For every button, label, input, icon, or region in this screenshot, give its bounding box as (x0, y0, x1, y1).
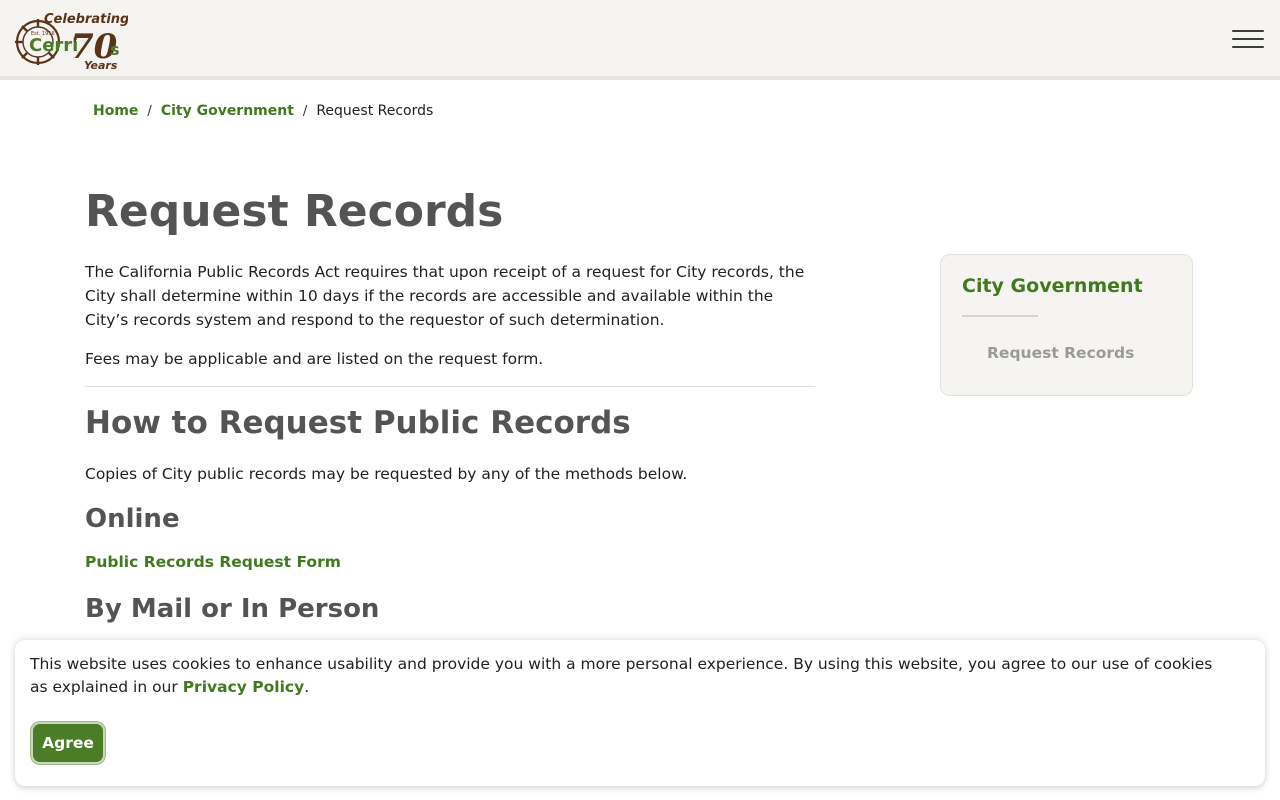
sidebar-item-request-records[interactable]: Request Records (987, 344, 1134, 362)
mail-in-person-heading: By Mail or In Person (85, 594, 380, 624)
cerritos-70-logo: Celebrating Est. 1956 Cerri 70 s Years (15, 12, 128, 72)
public-records-request-form-link[interactable]: Public Records Request Form (85, 553, 341, 571)
section-divider (85, 386, 815, 387)
breadcrumb: Home / City Government / Request Records (93, 100, 433, 122)
intro-paragraph: The California Public Records Act requir… (85, 263, 805, 329)
how-to-request-heading: How to Request Public Records (85, 405, 631, 441)
cookie-message: This website uses cookies to enhance usa… (30, 653, 1230, 699)
copies-paragraph: Copies of City public records may be req… (85, 465, 688, 483)
sidebar-nav: City Government Request Records (940, 254, 1193, 396)
cookie-text-end: . (304, 678, 310, 696)
breadcrumb-current: Request Records (316, 103, 434, 119)
sidebar-divider (962, 315, 1038, 317)
breadcrumb-home[interactable]: Home (93, 103, 138, 119)
site-header: Celebrating Est. 1956 Cerri 70 s Years (0, 0, 1280, 80)
svg-text:s: s (110, 40, 120, 59)
breadcrumb-separator: / (147, 103, 152, 119)
agree-button[interactable]: Agree (31, 722, 105, 764)
hamburger-menu-icon[interactable] (1232, 28, 1266, 52)
privacy-policy-link[interactable]: Privacy Policy (183, 678, 305, 696)
site-logo[interactable]: Celebrating Est. 1956 Cerri 70 s Years (12, 8, 128, 72)
menu-bar-bottom (1232, 46, 1264, 48)
svg-text:Celebrating: Celebrating (44, 12, 128, 27)
cookie-banner: This website uses cookies to enhance usa… (15, 640, 1265, 786)
menu-bar-top (1232, 30, 1264, 32)
svg-text:Years: Years (84, 59, 118, 72)
breadcrumb-separator: / (302, 103, 308, 119)
fees-paragraph: Fees may be applicable and are listed on… (85, 350, 544, 368)
menu-bar-middle (1232, 38, 1264, 40)
page-title: Request Records (85, 186, 504, 237)
sidebar-title-city-government[interactable]: City Government (962, 275, 1143, 297)
breadcrumb-city-government[interactable]: City Government (161, 103, 294, 119)
online-heading: Online (85, 504, 180, 534)
